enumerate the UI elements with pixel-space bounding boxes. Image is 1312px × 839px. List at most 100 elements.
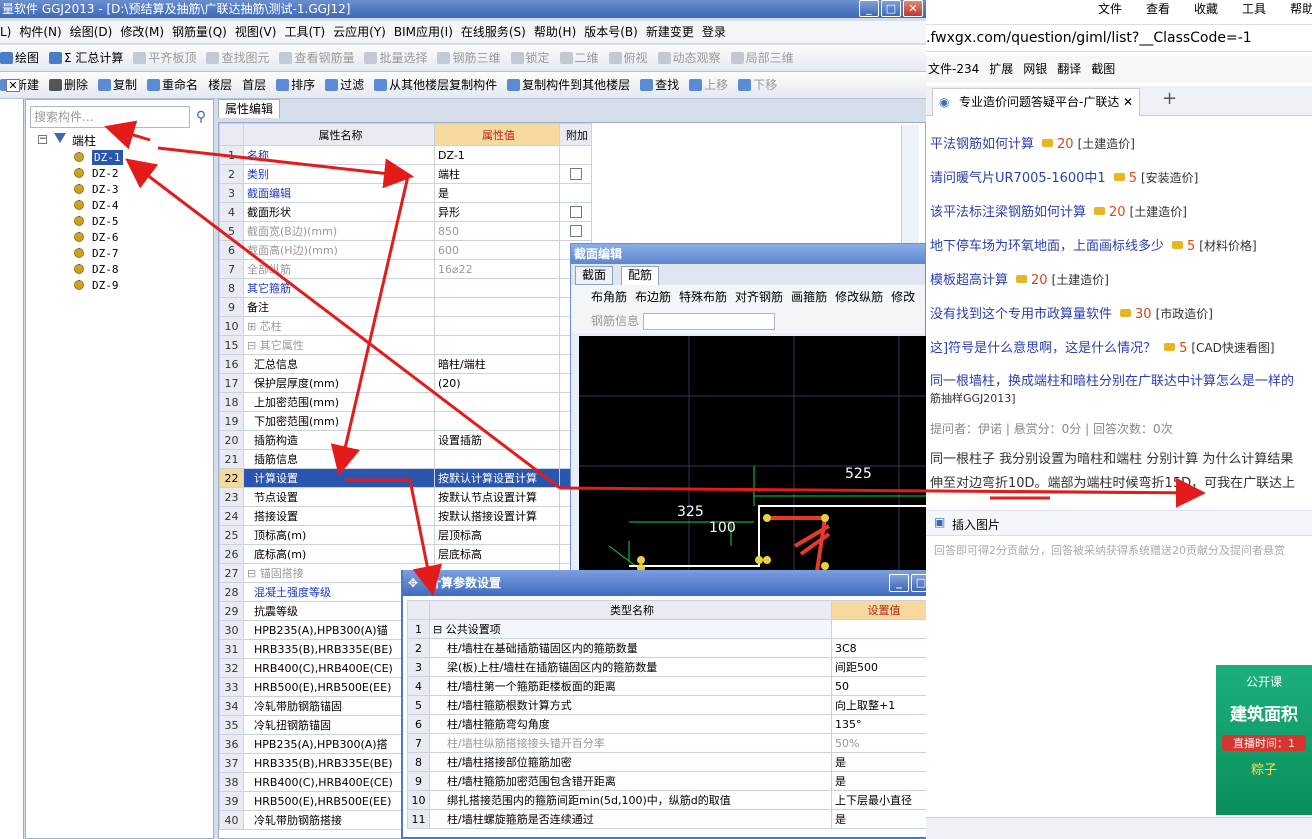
property-value[interactable]	[434, 316, 560, 336]
bookmark-3[interactable]: 翻译	[1057, 62, 1081, 76]
tree-item-dz-8[interactable]: DZ-8	[92, 262, 119, 277]
toolbar2-button-11[interactable]: 上移	[689, 72, 728, 99]
section-tool-3[interactable]: 对齐钢筋	[735, 290, 783, 304]
toolbar2-button-9[interactable]: 复制构件到其他楼层	[507, 72, 630, 99]
question-item[interactable]: 平法钢筋如何计算 20 [土建造价]	[930, 133, 1135, 152]
property-row[interactable]: 26 底标高(m) 层底标高	[219, 544, 592, 564]
question-item[interactable]: 这]符号是什么意思啊，这是什么情况？ 5 [CAD快速看图]	[930, 337, 1275, 356]
browser-menu-item-0[interactable]: 文件	[1098, 2, 1122, 16]
tree-item-dz-4[interactable]: DZ-4	[92, 198, 119, 213]
property-row[interactable]: 19 下加密范围(mm)	[219, 411, 592, 431]
property-row[interactable]: 24 搭接设置 按默认搭接设置计算	[219, 506, 592, 526]
property-value[interactable]: 层底标高	[434, 544, 560, 564]
bookmark-0[interactable]: 文件-234	[928, 62, 979, 76]
menu-item-4[interactable]: 钢筋量(Q)	[172, 25, 227, 39]
maximize-button[interactable]: □	[881, 0, 901, 17]
property-value[interactable]: 16⌀22	[434, 259, 560, 279]
toolbar2-button-1[interactable]: 删除	[49, 72, 88, 99]
toolbar1-button-1[interactable]: Σ 汇总计算	[49, 45, 123, 72]
calc-setting-value[interactable]: 50%	[831, 733, 926, 753]
question-link[interactable]: 地下停车场为环氧地面，上面画标线多少	[930, 239, 1164, 254]
toolbar1-button-9[interactable]: 俯视	[608, 45, 648, 72]
calc-setting-value[interactable]: 135°	[831, 714, 926, 734]
toolbar1-button-6[interactable]: 钢筋三维	[437, 45, 501, 72]
calc-minimize-button[interactable]: _	[889, 574, 909, 592]
browser-menu-item-2[interactable]: 收藏	[1194, 2, 1218, 16]
toolbar1-button-11[interactable]: 局部三维	[730, 45, 794, 72]
property-value[interactable]: 异形	[434, 202, 560, 222]
property-row[interactable]: 21 插筋信息	[219, 449, 592, 469]
collapse-icon[interactable]: −	[38, 135, 47, 144]
toolbar1-button-2[interactable]: 平齐板顶	[133, 45, 196, 72]
menu-item-6[interactable]: 工具(T)	[284, 25, 325, 39]
calc-row[interactable]: 8 柱/墙柱搭接部位箍筋加密是	[407, 752, 926, 772]
calc-setting-value[interactable]	[831, 619, 926, 639]
toolbar2-button-5[interactable]: 首层	[242, 72, 266, 99]
menu-item-2[interactable]: 绘图(D)	[70, 25, 113, 39]
menu-item-3[interactable]: 修改(M)	[120, 25, 164, 39]
property-row[interactable]: 18 上加密范围(mm)	[219, 392, 592, 412]
menu-item-7[interactable]: 云应用(Y)	[333, 25, 386, 39]
menu-item-10[interactable]: 帮助(H)	[534, 25, 576, 39]
tree-item-dz-5[interactable]: DZ-5	[92, 214, 119, 229]
property-row[interactable]: 3 截面编辑是	[219, 183, 592, 203]
property-value[interactable]	[434, 392, 560, 412]
browser-menu-item-1[interactable]: 查看	[1146, 2, 1170, 16]
question-link[interactable]: 平法钢筋如何计算	[930, 137, 1034, 152]
ad-banner[interactable]: 公开课 建筑面积 直播时间：1 粽子	[1216, 665, 1312, 815]
new-tab-button[interactable]: +	[1162, 88, 1177, 109]
question-item[interactable]: 模板超高计算 20 [土建造价]	[930, 269, 1109, 288]
section-tool-1[interactable]: 布边筋	[635, 290, 671, 304]
section-tool-0[interactable]: 布角筋	[591, 290, 627, 304]
close-tab-icon[interactable]: ✕	[1123, 89, 1133, 115]
calc-row[interactable]: 2 柱/墙柱在基础插筋锚固区内的箍筋数量 3C8	[407, 638, 926, 658]
bookmark-4[interactable]: 截图	[1091, 62, 1115, 76]
toolbar2-button-3[interactable]: 重命名	[147, 72, 198, 99]
address-bar[interactable]: .fwxgx.com/question/giml/list?__ClassCod…	[926, 24, 1312, 52]
question-item[interactable]: 请问暖气片UR7005-1600中1 5 [安装造价]	[930, 167, 1198, 186]
property-value[interactable]: 暗柱/端柱	[434, 354, 560, 374]
property-value[interactable]: 是	[434, 183, 560, 203]
menu-item-8[interactable]: BIM应用(I)	[394, 25, 453, 39]
browser-menu-item-4[interactable]: 帮助	[1290, 2, 1312, 16]
property-value[interactable]: 层顶标高	[434, 525, 560, 545]
rebar-info-dropdown[interactable]	[643, 313, 775, 330]
property-value[interactable]	[434, 297, 560, 317]
calc-setting-value[interactable]: 上下层最小直径	[831, 790, 926, 810]
property-row[interactable]: 7 全部纵筋 16⌀22	[219, 259, 592, 279]
bookmark-2[interactable]: 网银	[1023, 62, 1047, 76]
toolbar1-button-4[interactable]: 查看钢筋量	[279, 45, 354, 72]
property-value[interactable]: 设置插筋	[434, 430, 560, 450]
property-row[interactable]: 5 截面宽(B边)(mm) 850	[219, 221, 592, 241]
calc-setting-value[interactable]: 是	[831, 752, 926, 772]
calc-row[interactable]: 11 柱/墙柱螺旋箍筋是否连续通过是	[407, 809, 926, 829]
menu-item-0[interactable]: L)	[0, 25, 11, 39]
browser-scrollbar[interactable]	[926, 817, 1312, 839]
section-tool-2[interactable]: 特殊布筋	[679, 290, 727, 304]
property-value[interactable]: 850	[434, 221, 560, 241]
menu-item-9[interactable]: 在线服务(S)	[461, 25, 526, 39]
calc-setting-value[interactable]: 是	[831, 809, 926, 829]
tree-root[interactable]: 端柱	[72, 132, 96, 149]
toolbar1-button-7[interactable]: 锁定	[510, 45, 550, 72]
property-row[interactable]: 4 截面形状 异形	[219, 202, 592, 222]
property-row[interactable]: 23 节点设置 按默认节点设置计算	[219, 487, 592, 507]
calc-setting-value[interactable]: 间距500	[831, 657, 926, 677]
calc-row[interactable]: 7 柱/墙柱纵筋搭接接头错开百分率 50%	[407, 733, 926, 753]
calc-row[interactable]: 3 梁(板)上柱/墙柱在插筋锚固区内的箍筋数量 间距500	[407, 657, 926, 677]
close-pane-icon[interactable]: ✕	[6, 79, 20, 92]
menu-item-1[interactable]: 构件(N)	[19, 25, 61, 39]
property-value[interactable]: 按默认搭接设置计算	[434, 506, 560, 526]
section-tool-5[interactable]: 修改纵筋	[835, 290, 883, 304]
question-item[interactable]: 没有找到这个专用市政算量软件 30 [市政造价]	[930, 303, 1213, 322]
property-row[interactable]: 2 类别 端柱	[219, 164, 592, 184]
question-link[interactable]: 该平法标注梁钢筋如何计算	[930, 205, 1086, 220]
property-row[interactable]: 25 顶标高(m) 层顶标高	[219, 525, 592, 545]
calc-row[interactable]: 1 ⊟ 公共设置项	[407, 619, 926, 639]
calc-row[interactable]: 6 柱/墙柱箍筋弯勾角度 135°	[407, 714, 926, 734]
property-value[interactable]: 端柱	[434, 164, 560, 184]
tab-section[interactable]: 截面	[575, 266, 614, 285]
minimize-button[interactable]: _	[859, 0, 879, 17]
calc-setting-value[interactable]: 是	[831, 771, 926, 791]
calc-row[interactable]: 9 柱/墙柱箍筋加密范围包含错开距离是	[407, 771, 926, 791]
